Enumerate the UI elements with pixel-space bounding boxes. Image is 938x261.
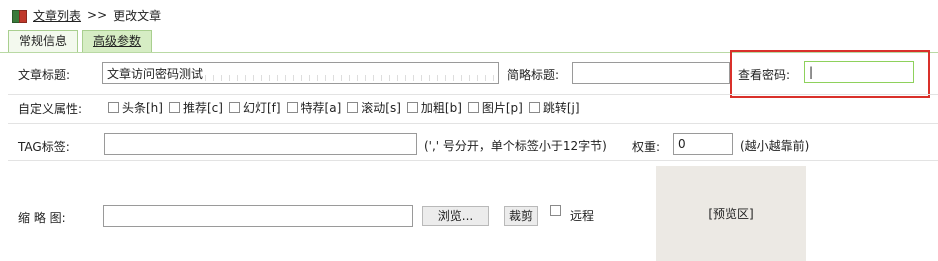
- breadcrumb: 文章列表 >> 更改文章: [12, 6, 161, 24]
- tab-bar: 常规信息 高级参数: [8, 30, 153, 52]
- title-input-ruler: [205, 75, 495, 81]
- tag-input[interactable]: [104, 133, 417, 155]
- thumb-label: 缩 略 图:: [18, 211, 66, 225]
- weight-hint: (越小越靠前): [740, 139, 810, 153]
- tag-label: TAG标签:: [18, 140, 70, 154]
- checkbox[interactable]: [228, 101, 240, 113]
- attr-bold[interactable]: 加粗[b]: [406, 99, 462, 116]
- checkbox[interactable]: [168, 101, 180, 113]
- weight-input[interactable]: [673, 133, 733, 155]
- checkbox[interactable]: [286, 101, 298, 113]
- attr-image[interactable]: 图片[p]: [467, 99, 523, 116]
- attr-special[interactable]: 特荐[a]: [286, 99, 341, 116]
- attr-jump[interactable]: 跳转[j]: [528, 99, 580, 116]
- checkbox[interactable]: [528, 101, 540, 113]
- divider: [8, 94, 938, 95]
- breadcrumb-current: 更改文章: [113, 8, 162, 23]
- checkbox[interactable]: [467, 101, 479, 113]
- checkbox[interactable]: [347, 101, 359, 113]
- crop-button[interactable]: 裁剪: [504, 206, 538, 226]
- divider: [8, 123, 938, 124]
- checkbox[interactable]: [108, 101, 119, 113]
- attr-group: 头条[h] 推荐[c] 幻灯[f] 特荐[a] 滚动[s] 加粗[b] 图片[p…: [108, 99, 586, 115]
- attr-recommend[interactable]: 推荐[c]: [168, 99, 223, 116]
- highlight-box: [730, 50, 930, 98]
- breadcrumb-separator: >>: [87, 8, 108, 22]
- weight-label: 权重:: [632, 140, 661, 154]
- divider: [8, 160, 938, 161]
- tag-hint: (',' 号分开，单个标签小于12字节): [424, 139, 607, 153]
- attr-label: 自定义属性:: [18, 102, 83, 116]
- short-title-label: 简略标题:: [507, 68, 560, 82]
- tab-advanced-params[interactable]: 高级参数: [82, 30, 153, 52]
- attr-scroll[interactable]: 滚动[s]: [347, 99, 401, 116]
- short-title-input[interactable]: [572, 62, 730, 84]
- attr-slideshow[interactable]: 幻灯[f]: [228, 99, 281, 116]
- remote-label: 远程: [570, 209, 595, 223]
- checkbox[interactable]: [406, 101, 418, 113]
- tab-general-info[interactable]: 常规信息: [8, 30, 79, 52]
- attr-headline[interactable]: 头条[h]: [108, 99, 163, 116]
- article-list-link[interactable]: 文章列表: [33, 7, 81, 24]
- remote-checkbox[interactable]: [550, 205, 561, 216]
- preview-text: [预览区]: [708, 207, 754, 221]
- browse-button[interactable]: 浏览...: [422, 206, 489, 226]
- thumbnail-preview: [预览区]: [656, 166, 806, 261]
- thumb-input[interactable]: [103, 205, 413, 227]
- book-icon: [12, 9, 27, 23]
- title-label: 文章标题:: [18, 68, 71, 82]
